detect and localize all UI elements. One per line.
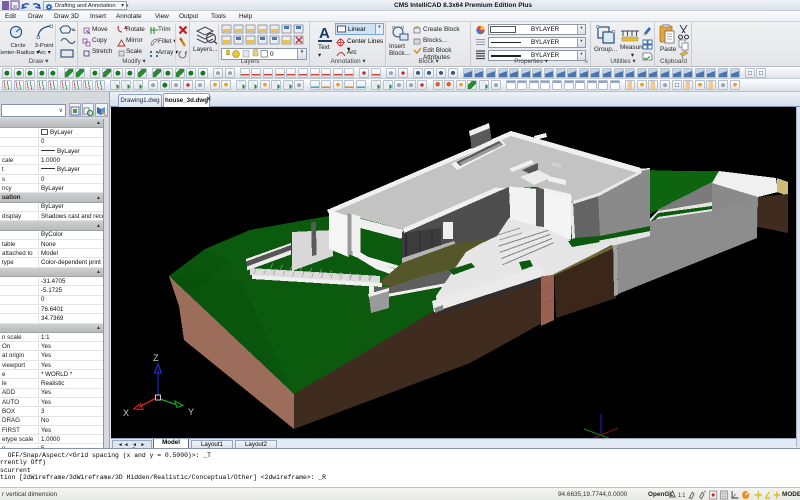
svg-text:X: X xyxy=(123,408,129,418)
svg-text:Y: Y xyxy=(188,407,194,417)
svg-text:Z: Z xyxy=(153,353,159,363)
svg-text:1:1: 1:1 xyxy=(678,493,686,499)
